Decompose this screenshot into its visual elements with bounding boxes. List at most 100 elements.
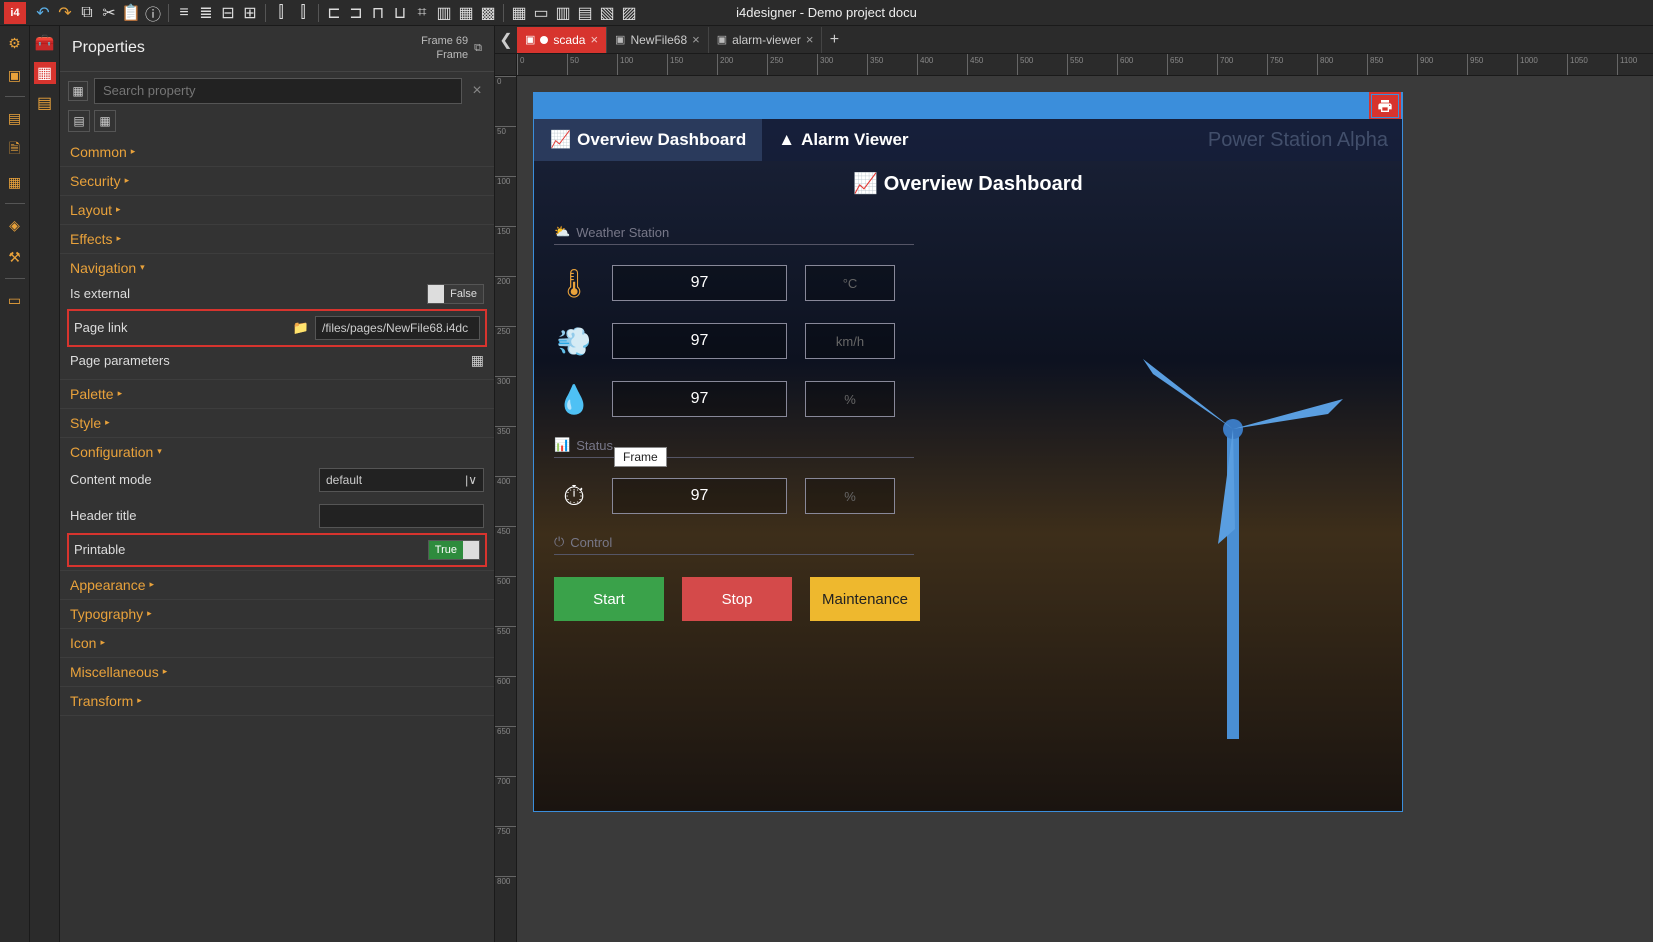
grid-3-icon[interactable]: ▥: [552, 2, 574, 24]
dash-icon[interactable]: ▦: [4, 171, 26, 193]
grid-5-icon[interactable]: ▧: [596, 2, 618, 24]
grid-2-icon[interactable]: ▭: [530, 2, 552, 24]
grid-1-icon[interactable]: ▦: [508, 2, 530, 24]
page-params-label: Page parameters: [70, 353, 471, 368]
files-icon[interactable]: 🗎: [4, 139, 26, 161]
clear-search-icon[interactable]: ×: [468, 82, 486, 100]
section-weather: ⛅Weather Station: [554, 224, 914, 245]
maintenance-button[interactable]: Maintenance: [810, 577, 920, 621]
align-1-icon[interactable]: ≡: [173, 2, 195, 24]
left-rail: ⚙ ▣ ▤ 🗎 ▦ ◈ ⚒ ▭: [0, 26, 30, 942]
pages-icon[interactable]: ▤: [4, 107, 26, 129]
chevron-right-icon: ▸: [100, 637, 105, 648]
align-5-icon[interactable]: ⫿: [270, 2, 292, 24]
chevron-right-icon: ▸: [150, 579, 155, 590]
temp-value: 97: [612, 265, 787, 301]
section-transform[interactable]: Transform▸: [70, 693, 484, 709]
separator: [318, 4, 319, 22]
close-tab-icon[interactable]: ×: [590, 32, 598, 47]
general-tab-icon[interactable]: ▦: [68, 81, 88, 101]
search-input[interactable]: [94, 78, 462, 104]
file-tab-newfile68[interactable]: ▣ NewFile68 ×: [607, 27, 709, 53]
gear-icon[interactable]: ⚙: [4, 32, 26, 54]
is-external-toggle[interactable]: False: [427, 284, 484, 304]
align-14-icon[interactable]: ▩: [477, 2, 499, 24]
file-tab-label: NewFile68: [630, 33, 687, 47]
paste-icon[interactable]: 📋: [120, 2, 142, 24]
align-8-icon[interactable]: ⊐: [345, 2, 367, 24]
params-edit-icon[interactable]: ▦: [471, 352, 484, 369]
file-tab-scada[interactable]: ▣ scada ×: [517, 27, 607, 53]
file-tab-label: scada: [553, 33, 585, 47]
panel-title: Properties: [72, 39, 145, 57]
view1-icon[interactable]: ▤: [68, 110, 90, 132]
layers-icon[interactable]: ▣: [4, 64, 26, 86]
close-tab-icon[interactable]: ×: [692, 32, 700, 47]
modified-dot-icon: [540, 36, 548, 44]
section-navigation[interactable]: Navigation▾: [70, 260, 484, 276]
section-typography[interactable]: Typography▸: [70, 606, 484, 622]
align-3-icon[interactable]: ⊟: [217, 2, 239, 24]
chevron-right-icon: ▸: [117, 233, 122, 244]
cut-icon[interactable]: ✂: [98, 2, 120, 24]
module-icon[interactable]: ◈: [4, 214, 26, 236]
align-9-icon[interactable]: ⊓: [367, 2, 389, 24]
align-7-icon[interactable]: ⊏: [323, 2, 345, 24]
view2-icon[interactable]: ▦: [94, 110, 116, 132]
nav-back-icon[interactable]: ❮: [495, 30, 517, 50]
page-link-input[interactable]: [315, 316, 480, 340]
print-button[interactable]: [1372, 95, 1398, 117]
section-common[interactable]: Common▸: [70, 144, 484, 160]
info-icon[interactable]: ⓘ: [142, 2, 164, 24]
section-appearance[interactable]: Appearance▸: [70, 577, 484, 593]
properties-tab-icon[interactable]: ▦: [34, 62, 56, 84]
stop-button[interactable]: Stop: [682, 577, 792, 621]
chevron-right-icon: ▸: [131, 146, 136, 157]
align-2-icon[interactable]: ≣: [195, 2, 217, 24]
redo-icon[interactable]: ↷: [54, 2, 76, 24]
printable-toggle[interactable]: True: [428, 540, 480, 560]
section-layout[interactable]: Layout▸: [70, 202, 484, 218]
file-tab-alarmviewer[interactable]: ▣ alarm-viewer ×: [709, 27, 823, 53]
section-effects[interactable]: Effects▸: [70, 231, 484, 247]
align-4-icon[interactable]: ⊞: [239, 2, 261, 24]
align-11-icon[interactable]: ⌗: [411, 2, 433, 24]
toolbox-icon[interactable]: 🧰: [34, 32, 56, 54]
section-configuration[interactable]: Configuration▾: [70, 444, 484, 460]
undo-icon[interactable]: ↶: [32, 2, 54, 24]
close-tab-icon[interactable]: ×: [806, 32, 814, 47]
separator: [5, 203, 25, 204]
list-icon[interactable]: ▤: [34, 92, 56, 114]
copy-icon[interactable]: ⧉: [474, 41, 482, 55]
design-frame[interactable]: 📈Overview Dashboard ▲Alarm Viewer Power …: [533, 92, 1403, 812]
header-title-input[interactable]: [319, 504, 484, 528]
section-security[interactable]: Security▸: [70, 173, 484, 189]
align-13-icon[interactable]: ▦: [455, 2, 477, 24]
nav-alarm-tab[interactable]: ▲Alarm Viewer: [762, 119, 924, 161]
start-button[interactable]: Start: [554, 577, 664, 621]
copy-icon[interactable]: ⧉: [76, 2, 98, 24]
section-misc[interactable]: Miscellaneous▸: [70, 664, 484, 680]
file-icon: ▣: [717, 33, 727, 46]
content-mode-select[interactable]: default|∨: [319, 468, 484, 492]
add-tab-button[interactable]: +: [822, 31, 846, 49]
align-6-icon[interactable]: ⫿: [292, 2, 314, 24]
align-12-icon[interactable]: ▥: [433, 2, 455, 24]
settings2-icon[interactable]: ⚒: [4, 246, 26, 268]
left-rail-secondary: 🧰 ▦ ▤: [30, 26, 60, 942]
prop-page-link: Page link 📁: [70, 312, 484, 344]
grid-4-icon[interactable]: ▤: [574, 2, 596, 24]
app-logo: i4: [4, 2, 26, 24]
folder-icon[interactable]: ▭: [4, 289, 26, 311]
folder-browse-icon[interactable]: 📁: [293, 320, 309, 336]
nav-overview-tab[interactable]: 📈Overview Dashboard: [534, 119, 762, 161]
ruler-corner: [495, 54, 517, 76]
section-icon[interactable]: Icon▸: [70, 635, 484, 651]
design-viewport[interactable]: 📈Overview Dashboard ▲Alarm Viewer Power …: [525, 84, 1645, 934]
align-10-icon[interactable]: ⊔: [389, 2, 411, 24]
section-palette[interactable]: Palette▸: [70, 386, 484, 402]
grid-6-icon[interactable]: ▨: [618, 2, 640, 24]
temp-unit: °C: [805, 265, 895, 301]
section-style[interactable]: Style▸: [70, 415, 484, 431]
humid-unit: %: [805, 381, 895, 417]
